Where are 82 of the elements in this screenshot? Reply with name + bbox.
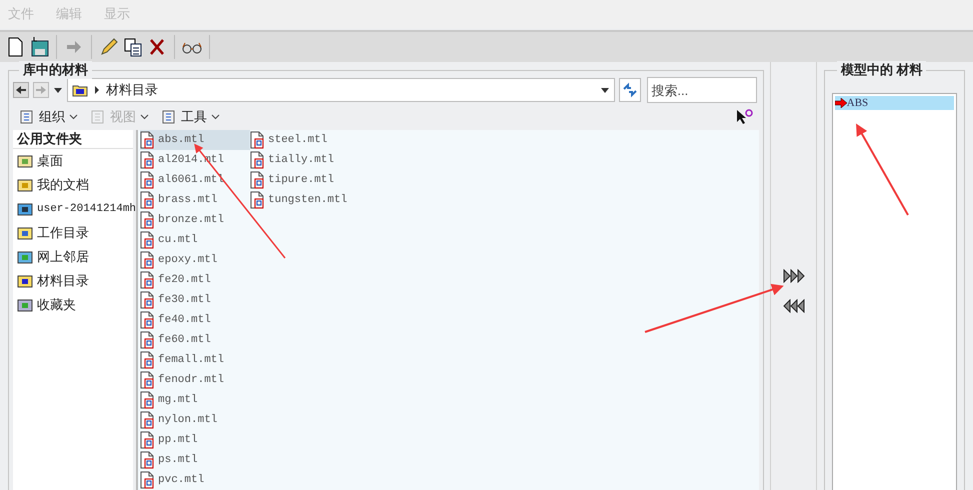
file-icon — [140, 371, 156, 389]
file-item[interactable]: al6061.mtl — [140, 170, 250, 190]
file-item[interactable]: epoxy.mtl — [140, 250, 250, 270]
copy-icon[interactable] — [122, 36, 144, 58]
dropdown-icon[interactable] — [53, 85, 63, 95]
file-item[interactable]: fe30.mtl — [140, 290, 250, 310]
file-item[interactable]: tungsten.mtl — [250, 190, 360, 210]
sidebar-item[interactable]: 材料目录 — [13, 269, 133, 293]
file-item[interactable]: steel.mtl — [250, 130, 360, 150]
desktop-icon — [17, 153, 33, 169]
file-icon — [140, 331, 156, 349]
panel-title: 库中的材料 — [19, 61, 92, 79]
add-button[interactable] — [782, 268, 806, 284]
file-icon — [140, 271, 156, 289]
back-icon[interactable] — [13, 82, 29, 98]
sidebar-item[interactable]: 收藏夹 — [13, 293, 133, 317]
panel-title: 模型中的 材料 — [836, 61, 926, 79]
folder-icon — [72, 83, 88, 97]
command-icon — [19, 109, 35, 125]
command-icon — [90, 109, 106, 125]
file-item[interactable]: cu.mtl — [140, 230, 250, 250]
file-icon — [140, 151, 156, 169]
breadcrumb[interactable]: 材料目录 — [106, 80, 594, 100]
search-field[interactable]: 搜索... — [647, 77, 758, 103]
file-item[interactable]: tipure.mtl — [250, 170, 360, 190]
folder-icon — [17, 273, 33, 289]
pencil-icon[interactable] — [98, 36, 120, 58]
file-item[interactable]: nylon.mtl — [140, 410, 250, 430]
model-item[interactable]: ABS — [834, 96, 954, 110]
file-icon — [250, 191, 266, 209]
command-button[interactable]: 工具 — [161, 107, 220, 127]
file-item[interactable]: bronze.mtl — [140, 210, 250, 230]
file-icon — [140, 411, 156, 429]
file-icon — [140, 291, 156, 309]
sidebar-item[interactable]: 我的文档 — [13, 173, 133, 197]
file-icon — [140, 311, 156, 329]
file-icon — [140, 391, 156, 409]
file-item[interactable]: pp.mtl — [140, 430, 250, 450]
command-button[interactable]: 组织 — [19, 107, 78, 127]
file-icon — [250, 171, 266, 189]
file-item[interactable]: fe60.mtl — [140, 330, 250, 350]
dropdown-icon[interactable] — [600, 85, 610, 95]
sidebar-item[interactable]: 工作目录 — [13, 221, 133, 245]
network-icon — [17, 249, 33, 265]
sidebar-item[interactable]: 网上邻居 — [13, 245, 133, 269]
address-bar[interactable]: 材料目录 — [67, 78, 616, 102]
file-item[interactable]: mg.mtl — [140, 390, 250, 410]
file-item[interactable]: tially.mtl — [250, 150, 360, 170]
sidebar-item[interactable]: 桌面 — [13, 149, 133, 173]
file-icon — [250, 151, 266, 169]
file-icon — [140, 231, 156, 249]
sidebar-heading: 公用文件夹 — [13, 130, 133, 149]
command-icon — [161, 109, 177, 125]
chevron-right-icon — [94, 85, 100, 95]
file-icon — [140, 191, 156, 209]
computer-icon — [17, 201, 33, 217]
chevron-down-icon — [140, 114, 149, 120]
file-item[interactable]: fe20.mtl — [140, 270, 250, 290]
refresh-button[interactable] — [619, 78, 642, 102]
file-item[interactable]: pvc.mtl — [140, 470, 250, 490]
file-item[interactable]: fenodr.mtl — [140, 370, 250, 390]
chevron-down-icon — [69, 114, 78, 120]
file-item[interactable]: ps.mtl — [140, 450, 250, 470]
file-icon — [140, 171, 156, 189]
file-icon — [140, 251, 156, 269]
favorites-icon — [17, 297, 33, 313]
file-item[interactable]: abs.mtl — [140, 130, 250, 150]
file-item[interactable]: fe40.mtl — [140, 310, 250, 330]
file-icon — [140, 451, 156, 469]
file-item[interactable]: femall.mtl — [140, 350, 250, 370]
chevron-down-icon — [211, 114, 220, 120]
help-pointer-icon[interactable] — [735, 108, 754, 126]
documents-icon — [17, 177, 33, 193]
file-icon — [140, 351, 156, 369]
refresh-icon — [622, 82, 638, 98]
sidebar-item[interactable]: user-20141214mh — [13, 197, 133, 221]
file-icon — [140, 431, 156, 449]
arrow-right-icon — [834, 98, 847, 108]
file-item[interactable]: brass.mtl — [140, 190, 250, 210]
workdir-icon — [17, 225, 33, 241]
remove-button[interactable] — [782, 298, 806, 314]
file-icon — [140, 211, 156, 229]
